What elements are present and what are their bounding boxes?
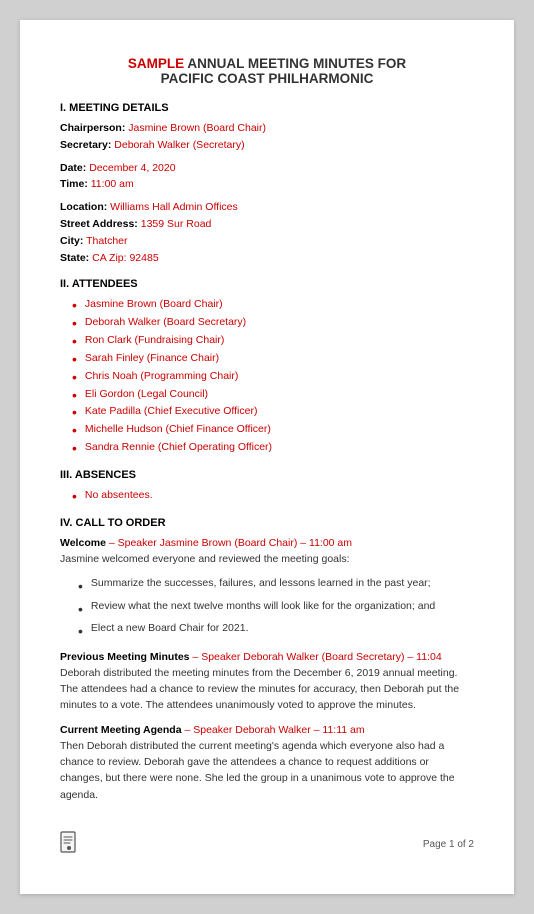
welcome-paragraph: Welcome – Speaker Jasmine Brown (Board C… (60, 535, 474, 568)
street-value: 1359 Sur Road (141, 218, 212, 230)
secretary-line: Secretary: Deborah Walker (Secretary) (60, 137, 474, 154)
list-item: Ron Clark (Fundraising Chair) (72, 332, 474, 350)
section-absences: III. ABSENCES No absentees. (60, 469, 474, 505)
title-sample: SAMPLE (128, 56, 184, 71)
date-label: Date: (60, 162, 86, 174)
document-page: SAMPLE ANNUAL MEETING MINUTES FOR PACIFI… (20, 20, 514, 894)
section-meeting-details: I. MEETING DETAILS Chairperson: Jasmine … (60, 102, 474, 266)
zip-num: 92485 (129, 252, 158, 264)
list-item: Sarah Finley (Finance Chair) (72, 350, 474, 368)
current-body: Then Deborah distributed the current mee… (60, 740, 455, 801)
list-item: Deborah Walker (Board Secretary) (72, 314, 474, 332)
list-item: Michelle Hudson (Chief Finance Officer) (72, 421, 474, 439)
chairperson-line: Chairperson: Jasmine Brown (Board Chair) (60, 120, 474, 137)
welcome-bullets-list: Summarize the successes, failures, and l… (60, 575, 474, 642)
welcome-speaker: – Speaker Jasmine Brown (Board Chair) – … (106, 537, 352, 549)
street-line: Street Address: 1359 Sur Road (60, 216, 474, 233)
list-item: Sandra Rennie (Chief Operating Officer) (72, 439, 474, 457)
title-rest: ANNUAL MEETING MINUTES FOR (184, 56, 406, 71)
time-value: 11:00 am (91, 178, 134, 190)
welcome-label: Welcome (60, 537, 106, 549)
secretary-value: Deborah Walker (Secretary) (114, 139, 244, 151)
prev-minutes-paragraph: Previous Meeting Minutes – Speaker Debor… (60, 649, 474, 714)
city-label: City: (60, 235, 83, 247)
section-call-to-order: IV. CALL TO ORDER Welcome – Speaker Jasm… (60, 517, 474, 803)
secretary-label: Secretary: (60, 139, 111, 151)
location-line: Location: Williams Hall Admin Offices (60, 199, 474, 216)
time-line: Time: 11:00 am (60, 176, 474, 193)
prev-body: Deborah distributed the meeting minutes … (60, 667, 459, 712)
list-item: No absentees. (72, 487, 474, 505)
attendees-header: II. ATTENDEES (60, 278, 474, 290)
prev-label: Previous Meeting Minutes (60, 651, 190, 663)
absences-header: III. ABSENCES (60, 469, 474, 481)
list-item: Kate Padilla (Chief Executive Officer) (72, 403, 474, 421)
state-line: State: CA Zip: 92485 (60, 250, 474, 267)
absences-list: No absentees. (60, 487, 474, 505)
location-label: Location: (60, 201, 107, 213)
document-title: SAMPLE ANNUAL MEETING MINUTES FOR PACIFI… (60, 56, 474, 86)
chairperson-value: Jasmine Brown (Board Chair) (128, 122, 266, 134)
current-speaker: – Speaker Deborah Walker – 11:11 am (182, 724, 365, 736)
list-item: Jasmine Brown (Board Chair) (72, 296, 474, 314)
list-item: Elect a new Board Chair for 2021. (78, 620, 474, 642)
list-item: Eli Gordon (Legal Council) (72, 386, 474, 404)
section-attendees: II. ATTENDEES Jasmine Brown (Board Chair… (60, 278, 474, 457)
time-label: Time: (60, 178, 88, 190)
date-value: December 4, 2020 (89, 162, 175, 174)
street-label: Street Address: (60, 218, 138, 230)
meeting-details-header: I. MEETING DETAILS (60, 102, 474, 114)
list-item: Review what the next twelve months will … (78, 598, 474, 620)
prev-speaker: – Speaker Deborah Walker (Board Secretar… (190, 651, 442, 663)
list-item: Chris Noah (Programming Chair) (72, 368, 474, 386)
location-value: Williams Hall Admin Offices (110, 201, 238, 213)
chairperson-label: Chairperson: (60, 122, 125, 134)
list-item: Summarize the successes, failures, and l… (78, 575, 474, 597)
attendees-list: Jasmine Brown (Board Chair)Deborah Walke… (60, 296, 474, 457)
city-line: City: Thatcher (60, 233, 474, 250)
current-agenda-paragraph: Current Meeting Agenda – Speaker Deborah… (60, 722, 474, 803)
state-value: CA Zip: (92, 252, 126, 264)
page-footer: Page 1 of 2 (60, 823, 474, 858)
date-line: Date: December 4, 2020 (60, 160, 474, 177)
city-value: Thatcher (86, 235, 127, 247)
doc-icon (60, 831, 78, 858)
title-line1: SAMPLE ANNUAL MEETING MINUTES FOR (60, 56, 474, 71)
title-line2: PACIFIC COAST PHILHARMONIC (60, 71, 474, 86)
current-label: Current Meeting Agenda (60, 724, 182, 736)
state-label: State: (60, 252, 89, 264)
page-number: Page 1 of 2 (423, 839, 474, 850)
cto-header: IV. CALL TO ORDER (60, 517, 474, 529)
welcome-body: Jasmine welcomed everyone and reviewed t… (60, 553, 350, 565)
